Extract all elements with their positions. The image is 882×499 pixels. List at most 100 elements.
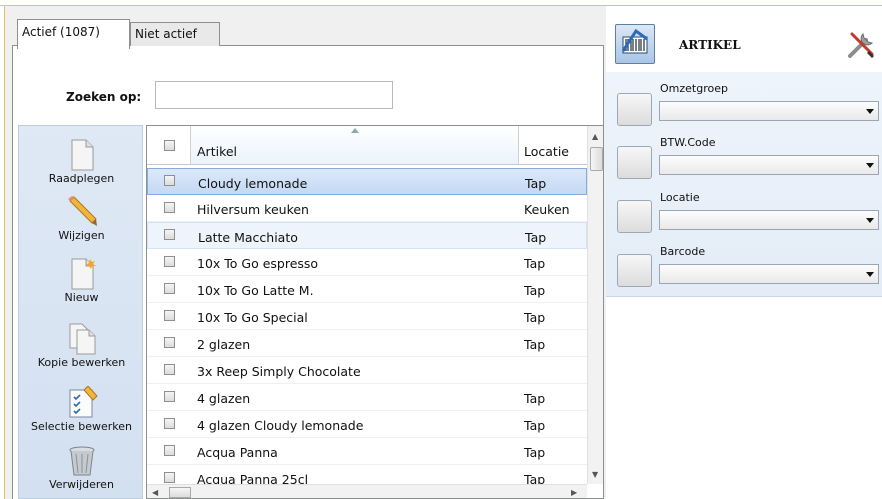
action-label: Verwijderen (49, 478, 114, 491)
header-checkbox-cell (147, 126, 191, 164)
table-row[interactable]: Hilversum keuken Keuken (147, 195, 587, 222)
row-checkbox[interactable] (164, 202, 175, 213)
row-location: Tap (524, 256, 546, 271)
row-location: Tap (524, 337, 546, 352)
row-article: Acqua Panna (197, 445, 278, 460)
barcode-label: Barcode (660, 245, 706, 258)
row-checkbox[interactable] (164, 175, 175, 186)
row-checkbox[interactable] (164, 310, 175, 321)
column-label: Locatie (524, 144, 569, 159)
btw-code-filter-button[interactable] (617, 146, 652, 179)
column-label: Artikel (197, 144, 238, 159)
omzetgroep-filter-button[interactable] (617, 93, 652, 126)
row-checkbox[interactable] (164, 472, 175, 483)
table-row[interactable]: 10x To Go Latte M. Tap (147, 276, 587, 303)
row-article: 4 glazen (197, 391, 251, 406)
row-checkbox[interactable] (164, 229, 175, 240)
row-article: Cloudy lemonade (198, 176, 308, 191)
row-checkbox[interactable] (164, 337, 175, 348)
horizontal-scroll-thumb[interactable] (169, 487, 191, 498)
table-row[interactable]: 2 glazen Tap (147, 330, 587, 357)
row-location: Tap (524, 391, 546, 406)
row-checkbox[interactable] (164, 391, 175, 402)
article-grid: Artikel Locatie Cloudy lemonade Tap Hilv… (146, 125, 604, 499)
barcode-filter-button[interactable] (617, 254, 652, 287)
column-header-locatie[interactable]: Locatie (519, 126, 587, 164)
chevron-down-icon (866, 163, 874, 168)
new-document-icon (71, 258, 96, 290)
omzetgroep-label: Omzetgroep (660, 82, 728, 95)
row-article: 10x To Go espresso (197, 256, 319, 271)
row-checkbox[interactable] (164, 256, 175, 267)
chevron-down-icon (866, 218, 874, 223)
row-article: 10x To Go Special (197, 310, 308, 325)
table-row[interactable]: Latte Macchiato Tap (147, 222, 587, 249)
row-location: Tap (524, 310, 546, 325)
btw-code-select[interactable] (659, 155, 879, 175)
copy-document-icon (69, 323, 95, 355)
action-nieuw[interactable]: Nieuw (19, 257, 144, 304)
select-all-checkbox[interactable] (164, 140, 175, 151)
row-location: Tap (524, 445, 546, 460)
tab-actief[interactable]: Actief (1087) (17, 19, 130, 49)
vertical-scroll-thumb[interactable] (590, 147, 603, 171)
table-row[interactable]: 4 glazen Cloudy lemonade Tap (147, 411, 587, 438)
row-location: Tap (525, 230, 547, 245)
trash-icon (69, 446, 94, 476)
search-input[interactable] (155, 81, 393, 109)
row-checkbox[interactable] (164, 445, 175, 456)
locatie-select[interactable] (659, 210, 879, 230)
locatie-label: Locatie (660, 191, 700, 204)
table-row[interactable]: 3x Reep Simply Chocolate (147, 357, 587, 384)
horizontal-scrollbar[interactable]: ◀ ▶ (147, 484, 587, 498)
vertical-scrollbar[interactable]: ▲ ▼ (587, 126, 603, 484)
action-label: Selectie bewerken (30, 420, 132, 433)
locatie-filter-button[interactable] (617, 200, 652, 233)
omzetgroep-select[interactable] (659, 101, 879, 121)
action-selectie-bewerken[interactable]: Selectie bewerken (19, 386, 144, 433)
tab-niet-actief[interactable]: Niet actief (130, 22, 220, 46)
scroll-down-icon[interactable]: ▼ (592, 470, 598, 479)
column-header-artikel[interactable]: Artikel (191, 126, 519, 164)
sort-ascending-icon (351, 128, 359, 133)
table-row[interactable]: 10x To Go espresso Tap (147, 249, 587, 276)
row-checkbox[interactable] (164, 364, 175, 375)
chevron-down-icon (866, 272, 874, 277)
table-row[interactable]: 10x To Go Special Tap (147, 303, 587, 330)
action-raadplegen[interactable]: Raadplegen (19, 138, 144, 185)
action-verwijderen[interactable]: Verwijderen (19, 444, 144, 491)
tools-icon[interactable] (846, 30, 876, 60)
barcode-select[interactable] (659, 264, 879, 284)
row-article: 10x To Go Latte M. (197, 283, 314, 298)
action-label: Wijzigen (58, 229, 105, 242)
row-article: 4 glazen Cloudy lemonade (197, 418, 364, 433)
row-checkbox[interactable] (164, 283, 175, 294)
scroll-up-icon[interactable]: ▲ (592, 132, 598, 141)
row-article: Hilversum keuken (197, 202, 309, 217)
checklist-edit-icon (69, 386, 98, 418)
table-row[interactable]: Cloudy lemonade Tap (147, 168, 587, 195)
action-wijzigen[interactable]: Wijzigen (19, 195, 144, 242)
scroll-left-icon[interactable]: ◀ (152, 488, 158, 497)
barcode-scanner-icon (621, 28, 648, 54)
row-checkbox[interactable] (164, 418, 175, 429)
action-kopie-bewerken[interactable]: Kopie bewerken (19, 322, 144, 369)
search-label: Zoeken op: (66, 90, 142, 104)
row-location: Tap (524, 283, 546, 298)
scroll-right-icon[interactable]: ▶ (571, 488, 577, 497)
action-label: Kopie bewerken (37, 356, 126, 369)
pencil-icon (67, 196, 97, 226)
panel-title: ARTIKEL (679, 38, 741, 52)
grid-header: Artikel Locatie (147, 126, 587, 165)
document-icon (71, 139, 93, 171)
table-row[interactable]: 4 glazen Tap (147, 384, 587, 411)
chevron-down-icon (866, 109, 874, 114)
action-label: Raadplegen (48, 172, 115, 185)
row-location: Keuken (524, 202, 570, 217)
barcode-button[interactable] (615, 24, 655, 64)
table-row[interactable]: Acqua Panna Tap (147, 438, 587, 465)
row-article: 3x Reep Simply Chocolate (197, 364, 361, 379)
row-location: Tap (524, 418, 546, 433)
row-article: Latte Macchiato (198, 230, 298, 245)
row-location: Tap (525, 176, 547, 191)
